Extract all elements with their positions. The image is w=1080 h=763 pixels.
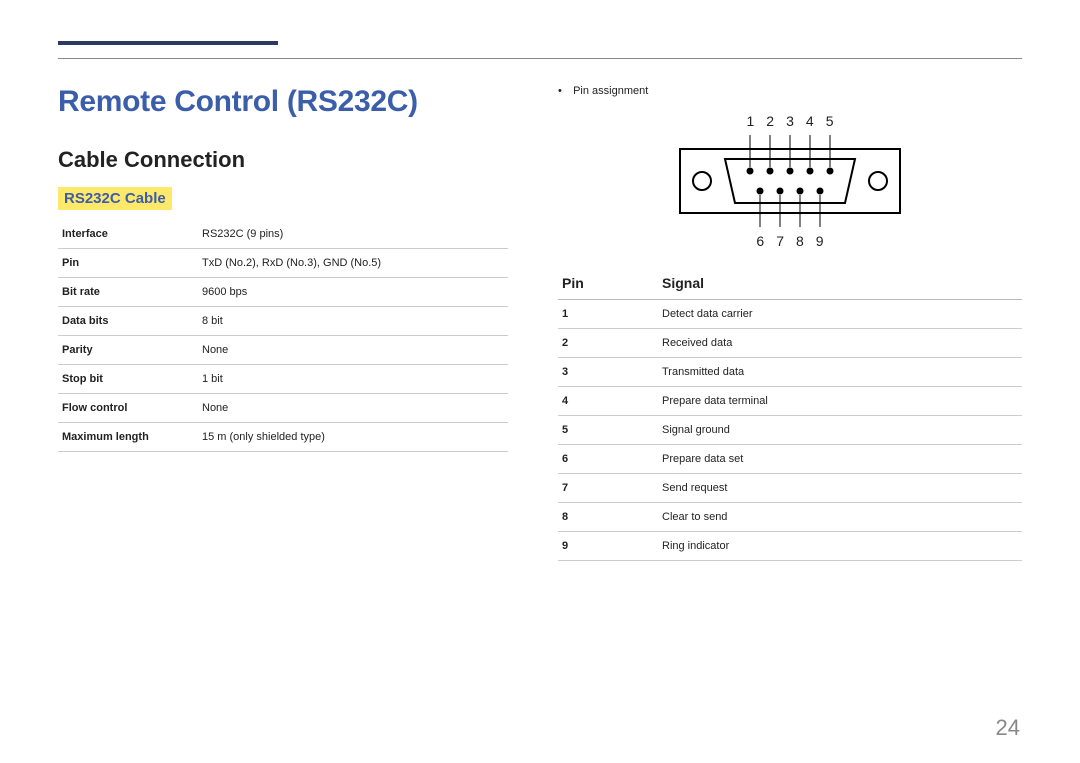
table-row: Data bits8 bit (58, 307, 508, 336)
header-accent-bar (58, 41, 278, 45)
spec-label: Parity (58, 336, 198, 365)
top-pin-numbers: 1 2 3 4 5 (660, 113, 920, 129)
spec-value: RS232C (9 pins) (198, 220, 508, 249)
bullet-icon: • (558, 85, 570, 97)
header-rule (58, 58, 1022, 59)
table-row: 5Signal ground (558, 416, 1022, 445)
table-row: 3Transmitted data (558, 358, 1022, 387)
table-row: InterfaceRS232C (9 pins) (58, 220, 508, 249)
table-row: ParityNone (58, 336, 508, 365)
page-title: Remote Control (RS232C) (58, 85, 508, 119)
spec-label: Stop bit (58, 365, 198, 394)
table-row: Bit rate9600 bps (58, 278, 508, 307)
pin-assignment-text: Pin assignment (573, 85, 648, 97)
table-row: 7Send request (558, 474, 1022, 503)
table-row: PinTxD (No.2), RxD (No.3), GND (No.5) (58, 249, 508, 278)
table-row: Flow controlNone (58, 394, 508, 423)
table-row: 9Ring indicator (558, 532, 1022, 561)
bottom-pin-numbers: 6 7 8 9 (660, 233, 920, 249)
spec-label: Flow control (58, 394, 198, 423)
spec-value: None (198, 394, 508, 423)
spec-value: 9600 bps (198, 278, 508, 307)
page-number: 24 (996, 715, 1020, 741)
spec-value: TxD (No.2), RxD (No.3), GND (No.5) (198, 249, 508, 278)
spec-table: InterfaceRS232C (9 pins) PinTxD (No.2), … (58, 220, 508, 452)
spec-value: 8 bit (198, 307, 508, 336)
table-row: 4Prepare data terminal (558, 387, 1022, 416)
table-row: 8Clear to send (558, 503, 1022, 532)
pin-signal-table: Pin Signal 1Detect data carrier 2Receive… (558, 267, 1022, 561)
spec-label: Data bits (58, 307, 198, 336)
spec-label: Maximum length (58, 423, 198, 452)
table-row: Maximum length15 m (only shielded type) (58, 423, 508, 452)
spec-label: Bit rate (58, 278, 198, 307)
db9-connector-icon (670, 131, 910, 231)
signal-col-header: Signal (658, 267, 1022, 300)
pin-assignment-label: • Pin assignment (558, 85, 1022, 97)
section-heading: Cable Connection (58, 147, 508, 173)
pin-col-header: Pin (558, 267, 658, 300)
spec-value: 1 bit (198, 365, 508, 394)
spec-label: Pin (58, 249, 198, 278)
table-row: Stop bit1 bit (58, 365, 508, 394)
connector-diagram: 1 2 3 4 5 (660, 113, 920, 249)
subsection-highlight: RS232C Cable (58, 187, 172, 210)
spec-label: Interface (58, 220, 198, 249)
spec-value: None (198, 336, 508, 365)
table-row: 2Received data (558, 329, 1022, 358)
table-row: 1Detect data carrier (558, 300, 1022, 329)
spec-value: 15 m (only shielded type) (198, 423, 508, 452)
table-row: 6Prepare data set (558, 445, 1022, 474)
